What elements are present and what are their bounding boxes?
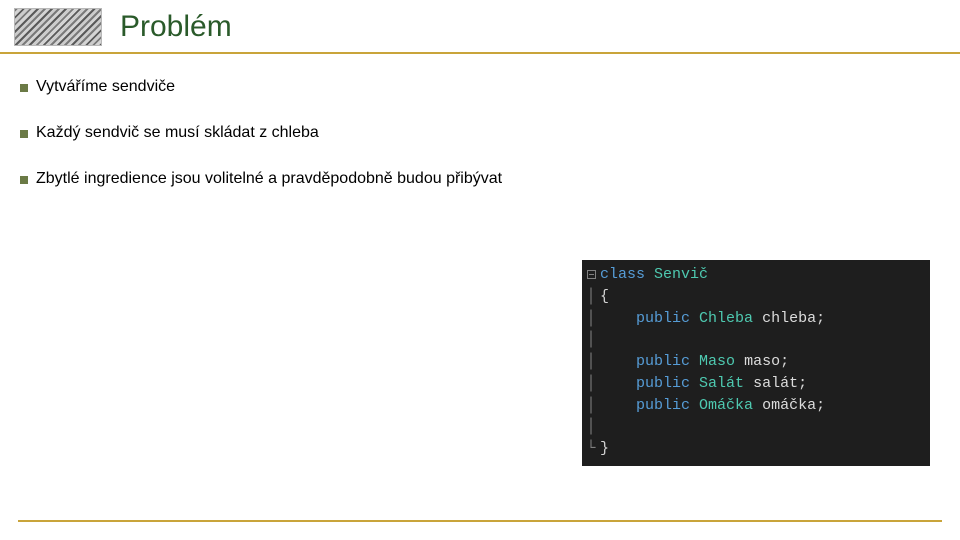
fold-guide-icon: │ <box>582 308 600 330</box>
bullet-item: Zbytlé ingredience jsou volitelné a prav… <box>20 170 940 188</box>
fold-gutter-icon <box>582 264 600 286</box>
code-snippet: class Senvič │ { │ public Chleba chleba;… <box>582 260 930 466</box>
code-text: } <box>600 438 930 460</box>
code-line: │ public Omáčka omáčka; <box>582 395 930 417</box>
code-text <box>600 329 930 351</box>
code-line: class Senvič <box>582 264 930 286</box>
footer-divider <box>18 520 942 522</box>
code-line: │ public Chleba chleba; <box>582 308 930 330</box>
code-text: public Chleba chleba; <box>600 308 930 330</box>
bullet-text: Zbytlé ingredience jsou volitelné a prav… <box>36 170 502 188</box>
code-line: │ <box>582 416 930 438</box>
slide-title: Problém <box>120 10 232 44</box>
code-line: │ { <box>582 286 930 308</box>
slide-content: Vytváříme sendviče Každý sendvič se musí… <box>0 54 960 188</box>
code-text: { <box>600 286 930 308</box>
code-line: │ <box>582 329 930 351</box>
code-text: public Maso maso; <box>600 351 930 373</box>
code-text: class Senvič <box>600 264 930 286</box>
code-text: public Omáčka omáčka; <box>600 395 930 417</box>
fold-guide-icon: │ <box>582 416 600 438</box>
code-line: │ public Maso maso; <box>582 351 930 373</box>
square-bullet-icon <box>20 176 28 184</box>
code-line: │ public Salát salát; <box>582 373 930 395</box>
bullet-item: Vytváříme sendviče <box>20 78 940 96</box>
square-bullet-icon <box>20 130 28 138</box>
fold-guide-icon: └ <box>582 438 600 460</box>
fold-guide-icon: │ <box>582 373 600 395</box>
bullet-text: Každý sendvič se musí skládat z chleba <box>36 124 319 142</box>
code-line: └ } <box>582 438 930 460</box>
fold-guide-icon: │ <box>582 395 600 417</box>
escher-logo <box>14 8 102 46</box>
fold-guide-icon: │ <box>582 329 600 351</box>
code-text <box>600 416 930 438</box>
slide-header: Problém <box>0 0 960 54</box>
fold-guide-icon: │ <box>582 351 600 373</box>
fold-guide-icon: │ <box>582 286 600 308</box>
code-text: public Salát salát; <box>600 373 930 395</box>
square-bullet-icon <box>20 84 28 92</box>
bullet-item: Každý sendvič se musí skládat z chleba <box>20 124 940 142</box>
bullet-text: Vytváříme sendviče <box>36 78 175 96</box>
